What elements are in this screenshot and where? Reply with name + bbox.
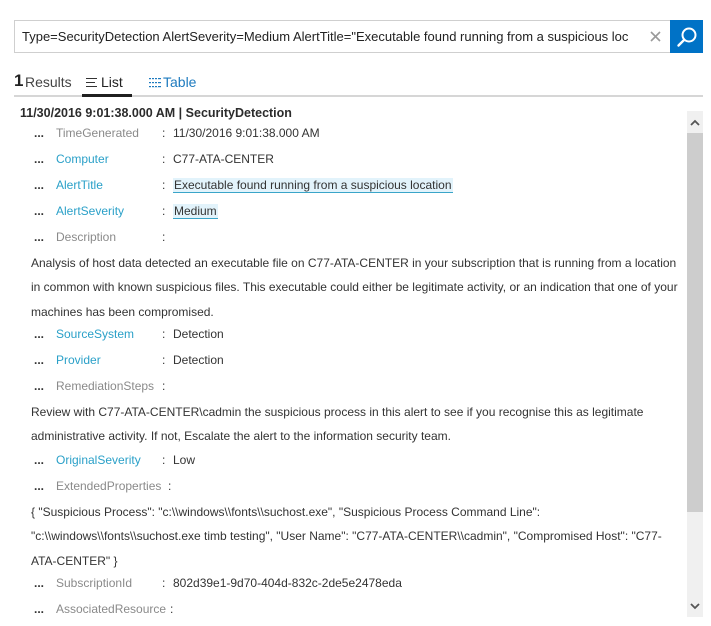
search-input[interactable] (15, 21, 640, 52)
field-separator: : (162, 126, 166, 140)
vertical-scrollbar[interactable] (687, 111, 703, 617)
field-name: AssociatedResource (56, 602, 167, 616)
close-icon (649, 31, 661, 42)
chevron-down-icon (690, 602, 700, 609)
field-name-link[interactable]: Computer (56, 152, 109, 166)
remediation-text: Review with C77-ATA-CENTER\cadmin the su… (31, 405, 644, 444)
field-separator: : (162, 178, 166, 192)
field-separator: : (170, 602, 174, 616)
field-name: TimeGenerated (56, 126, 139, 140)
field-menu-button[interactable]: ... (34, 152, 44, 166)
field-separator: : (162, 230, 166, 244)
result-record: 11/30/2016 9:01:38.000 AM | SecurityDete… (0, 98, 685, 626)
tab-list-label: List (101, 74, 123, 90)
field-menu-button[interactable]: ... (34, 379, 44, 393)
field-value-link[interactable]: Executable found running from a suspicio… (173, 178, 453, 193)
scrollbar-thumb[interactable] (687, 133, 703, 512)
results-bar: 1 Results List Table (14, 70, 703, 97)
field-name: ExtendedProperties (56, 479, 162, 493)
field-name-link[interactable]: Provider (56, 353, 101, 367)
field-name: RemediationSteps (56, 379, 155, 393)
description-text: Analysis of host data detected an execut… (31, 256, 678, 319)
field-name-link[interactable]: AlertTitle (56, 178, 103, 192)
field-menu-button[interactable]: ... (34, 453, 44, 467)
field-menu-button[interactable]: ... (34, 230, 44, 244)
search-bar (14, 20, 703, 53)
field-separator: : (168, 479, 172, 493)
field-menu-button[interactable]: ... (34, 576, 44, 590)
field-menu-button[interactable]: ... (34, 602, 44, 616)
field-value: 802d39e1-9d70-404d-832c-2de5e2478eda (173, 576, 402, 590)
field-menu-button[interactable]: ... (34, 327, 44, 341)
record-header: 11/30/2016 9:01:38.000 AM | SecurityDete… (20, 106, 292, 120)
search-button[interactable] (670, 20, 703, 53)
search-icon (676, 27, 696, 47)
field-menu-button[interactable]: ... (34, 479, 44, 493)
list-icon (86, 78, 97, 90)
tab-list[interactable]: List (82, 70, 132, 97)
field-separator: : (162, 152, 166, 166)
field-name-link[interactable]: AlertSeverity (56, 204, 124, 218)
chevron-up-icon (690, 119, 700, 126)
results-count: 1 (14, 71, 24, 90)
field-menu-button[interactable]: ... (34, 204, 44, 218)
scroll-down-button[interactable] (687, 595, 703, 617)
field-name-link[interactable]: SourceSystem (56, 327, 134, 341)
field-menu-button[interactable]: ... (34, 126, 44, 140)
field-separator: : (162, 576, 166, 590)
field-name: Description (56, 230, 117, 244)
field-value: 11/30/2016 9:01:38.000 AM (173, 126, 320, 140)
extended-properties-text: { "Suspicious Process": "c:\\windows\\fo… (31, 505, 662, 568)
field-value: Low (173, 453, 196, 467)
field-separator: : (162, 204, 166, 218)
table-icon (149, 78, 161, 88)
results-label: Results (25, 74, 72, 90)
field-value: Detection (173, 327, 224, 341)
field-value-link[interactable]: Medium (173, 204, 218, 219)
field-separator: : (162, 353, 166, 367)
field-menu-button[interactable]: ... (34, 178, 44, 192)
field-name: SubscriptionId (56, 576, 133, 590)
field-value: C77-ATA-CENTER (173, 152, 274, 166)
field-value: Detection (173, 353, 224, 367)
field-menu-button[interactable]: ... (34, 353, 44, 367)
field-separator: : (162, 379, 166, 393)
field-separator: : (162, 453, 166, 467)
search-box (14, 20, 670, 53)
field-name-link[interactable]: OriginalSeverity (56, 453, 141, 467)
scroll-up-button[interactable] (687, 111, 703, 133)
clear-search-button[interactable] (640, 21, 670, 52)
tab-table-label: Table (163, 74, 197, 90)
field-separator: : (162, 327, 166, 341)
